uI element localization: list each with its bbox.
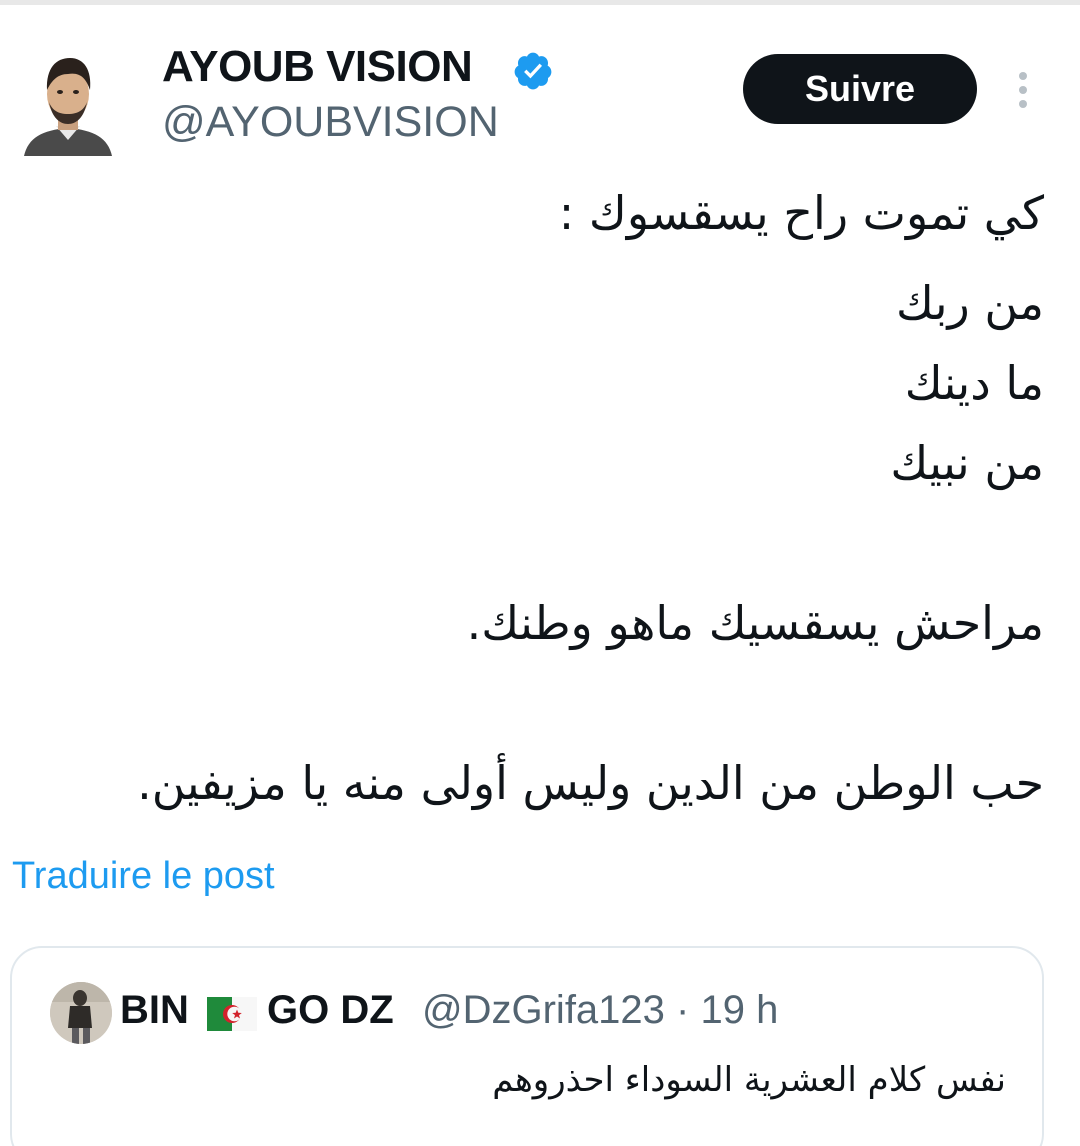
tweet-view: AYOUB VISION @AYOUBVISION Suivre كي تموت…	[0, 0, 1080, 1146]
quoted-author-handle-time: @DzGrifa123 · 19 h	[422, 988, 779, 1032]
more-vertical-icon[interactable]	[1008, 68, 1038, 112]
tweet-line: من ربك	[895, 276, 1044, 330]
author-handle[interactable]: @AYOUBVISION	[162, 98, 499, 147]
quoted-author-name: GO DZ	[267, 988, 394, 1032]
tweet-line: كي تموت راح يسقسوك :	[558, 186, 1044, 240]
tweet-line: مراحش يسقسيك ماهو وطنك.	[466, 596, 1044, 650]
author-avatar[interactable]	[24, 44, 112, 156]
tweet-line: ما دينك	[904, 356, 1044, 410]
tweet-line: حب الوطن من الدين وليس أولى منه يا مزيفي…	[137, 756, 1044, 810]
tweet-line: من نبيك	[890, 436, 1044, 490]
quoted-tweet-card[interactable]: BIN GO DZ @DzGrifa123 · 19 h نفس كلام ال…	[10, 946, 1044, 1146]
algeria-flag-icon	[207, 997, 257, 1031]
quoted-author-name: BIN	[120, 988, 189, 1032]
verified-badge-icon	[514, 52, 552, 90]
quoted-author-avatar[interactable]	[50, 982, 112, 1044]
quoted-tweet-text: نفس كلام العشرية السوداء احذروهم	[492, 1060, 1006, 1100]
translate-post-link[interactable]: Traduire le post	[12, 855, 275, 898]
divider	[0, 0, 1080, 5]
follow-button[interactable]: Suivre	[743, 54, 977, 124]
author-display-name[interactable]: AYOUB VISION	[162, 42, 473, 92]
